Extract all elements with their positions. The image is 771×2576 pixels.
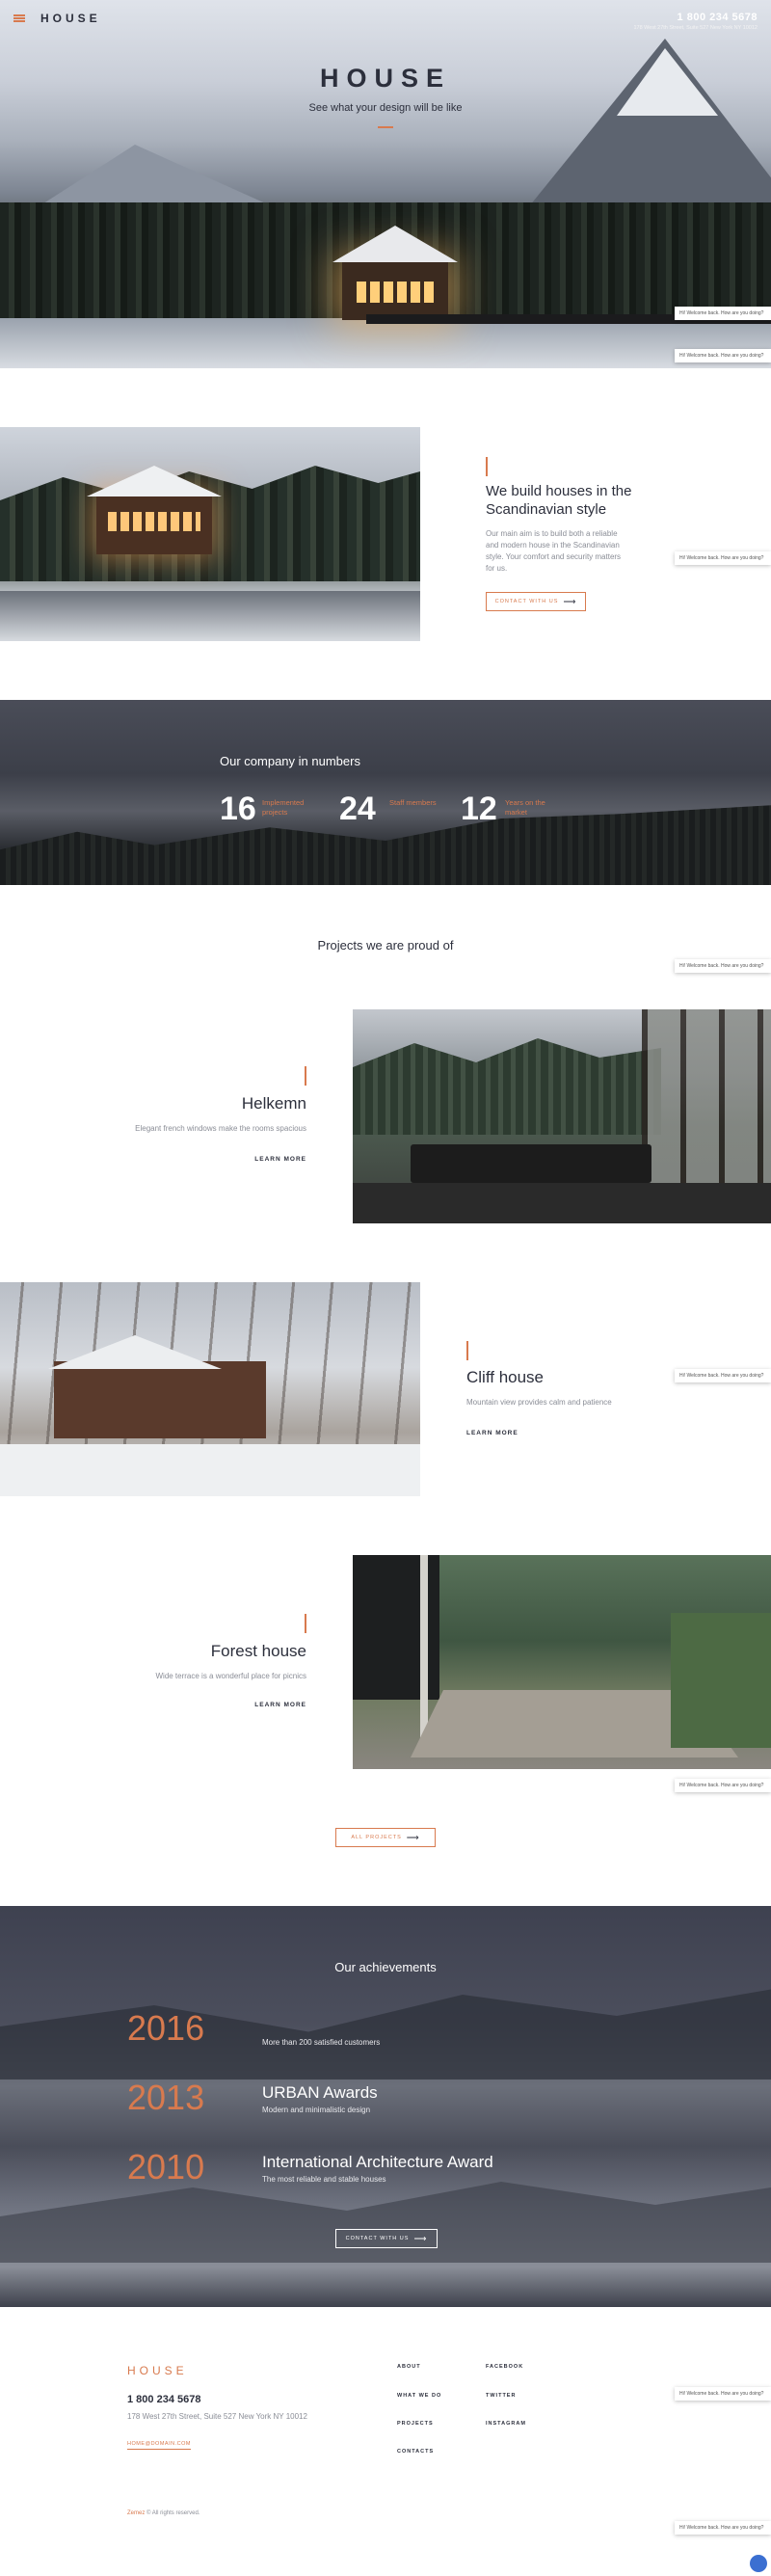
project-accent — [305, 1614, 306, 1633]
footer-social-facebook[interactable]: FACEBOOK — [486, 2364, 523, 2370]
about-heading-line1: We build houses in the — [486, 483, 632, 499]
project-title[interactable]: Forest house — [211, 1642, 306, 1661]
arrow-right-icon: ⟶ — [406, 1832, 420, 1842]
footer-nav-about[interactable]: ABOUT — [397, 2364, 421, 2370]
achievement-title: International Architecture Award — [262, 2153, 493, 2171]
project-photo-forest-house[interactable] — [353, 1555, 771, 1769]
chat-widget[interactable]: Hi! Welcome back. How are you doing? — [675, 551, 771, 565]
project-title[interactable]: Cliff house — [466, 1368, 544, 1387]
about-contact-button-label: CONTACT WITH US — [494, 599, 559, 604]
hero-subtitle: See what your design will be like — [308, 102, 463, 114]
footer-copyright-brand[interactable]: Zemez — [127, 2510, 145, 2516]
project-accent — [466, 1341, 468, 1360]
footer-copyright: Zemez © All rights reserved. — [127, 2510, 199, 2516]
all-projects-button[interactable]: ALL PROJECTS ⟶ — [335, 1828, 436, 1847]
projects-title: Projects we are proud of — [317, 938, 454, 953]
number-value: 16 — [220, 791, 256, 827]
footer-copyright-text: © All rights reserved. — [146, 2510, 200, 2516]
number-value: 12 — [461, 791, 497, 827]
chat-launcher-icon[interactable] — [750, 2555, 767, 2572]
achievement-text: More than 200 satisfied customers — [262, 2038, 381, 2047]
number-label: Years on the market — [505, 798, 545, 817]
arrow-right-icon: ⟶ — [563, 596, 577, 606]
project-photo-helkemn[interactable] — [353, 1009, 771, 1223]
about-photo — [0, 427, 420, 641]
project-title[interactable]: Helkemn — [242, 1094, 306, 1114]
achievement-year: 2010 — [127, 2147, 205, 2187]
arrow-right-icon: ⟶ — [413, 2233, 428, 2243]
chat-widget[interactable]: Hi! Welcome back. How are you doing? — [675, 2521, 771, 2535]
chat-widget[interactable]: Hi! Welcome back. How are you doing? — [675, 349, 771, 362]
number-label: Implemented projects — [262, 798, 305, 817]
achievements-mountains — [0, 1989, 771, 2080]
footer-email-link[interactable]: HOME@DOMAIN.COM — [127, 2441, 191, 2450]
achievement-text: Modern and minimalistic design — [262, 2106, 371, 2114]
project-accent — [305, 1066, 306, 1086]
footer-nav-projects[interactable]: PROJECTS — [397, 2421, 434, 2427]
footer-nav-what-we-do[interactable]: WHAT WE DO — [397, 2393, 441, 2399]
hero-snow — [0, 318, 771, 368]
number-value: 24 — [339, 791, 376, 827]
header-logo[interactable]: HOUSE — [40, 12, 101, 25]
about-contact-button[interactable]: CONTACT WITH US ⟶ — [486, 592, 586, 611]
chat-widget[interactable]: Hi! Welcome back. How are you doing? — [675, 307, 771, 320]
about-heading-line2: Scandinavian style — [486, 501, 607, 518]
achievements-contact-button[interactable]: CONTACT WITH US ⟶ — [335, 2229, 438, 2248]
chat-widget[interactable]: Hi! Welcome back. How are you doing? — [675, 1369, 771, 1382]
achievement-text: The most reliable and stable houses — [262, 2175, 386, 2184]
hero-accent-line — [378, 126, 393, 128]
numbers-forest — [0, 805, 771, 885]
about-text: Our main aim is to build both a reliable… — [486, 529, 622, 573]
hero-title: HOUSE — [319, 64, 452, 93]
numbers-title: Our company in numbers — [220, 754, 360, 768]
achievements-title: Our achievements — [334, 1960, 437, 1974]
header-address: 178 West 27th Street, Suite 527 New York… — [633, 25, 758, 31]
project-text: Wide terrace is a wonderful place for pi… — [155, 1672, 306, 1680]
hero-cabin-windows — [357, 282, 434, 303]
hamburger-menu-icon[interactable] — [13, 14, 25, 22]
project-text: Mountain view provides calm and patience — [466, 1398, 612, 1407]
footer-address: 178 West 27th Street, Suite 527 New York… — [127, 2412, 307, 2421]
numbers-section: Our company in numbers 16 Implemented pr… — [0, 700, 771, 885]
project-learn-more-link[interactable]: LEARN MORE — [254, 1156, 306, 1163]
footer-phone[interactable]: 1 800 234 5678 — [127, 2394, 200, 2405]
header-phone[interactable]: 1 800 234 5678 — [678, 12, 758, 23]
project-learn-more-link[interactable]: LEARN MORE — [254, 1702, 306, 1708]
footer-nav-contacts[interactable]: CONTACTS — [397, 2449, 434, 2455]
about-heading: We build houses in the Scandinavian styl… — [486, 482, 669, 519]
number-label: Staff members — [389, 798, 437, 807]
achievement-title: URBAN Awards — [262, 2083, 378, 2102]
achievement-year: 2013 — [127, 2078, 205, 2117]
achievements-section: Our achievements 2016 More than 200 sati… — [0, 1906, 771, 2307]
footer-social-twitter[interactable]: TWITTER — [486, 2393, 516, 2399]
project-learn-more-link[interactable]: LEARN MORE — [466, 1430, 518, 1436]
footer-social-instagram[interactable]: INSTAGRAM — [486, 2421, 526, 2427]
all-projects-button-label: ALL PROJECTS — [351, 1835, 402, 1840]
project-photo-cliff-house[interactable] — [0, 1282, 420, 1496]
chat-widget[interactable]: Hi! Welcome back. How are you doing? — [675, 2387, 771, 2401]
achievement-year: 2016 — [127, 2008, 205, 2048]
achievements-contact-button-label: CONTACT WITH US — [345, 2236, 410, 2241]
chat-widget[interactable]: Hi! Welcome back. How are you doing? — [675, 959, 771, 973]
hero-section: HOUSE 1 800 234 5678 178 West 27th Stree… — [0, 0, 771, 368]
project-text: Elegant french windows make the rooms sp… — [135, 1124, 306, 1133]
about-accent — [486, 457, 488, 476]
footer-logo[interactable]: HOUSE — [127, 2364, 188, 2377]
chat-widget[interactable]: Hi! Welcome back. How are you doing? — [675, 1779, 771, 1792]
